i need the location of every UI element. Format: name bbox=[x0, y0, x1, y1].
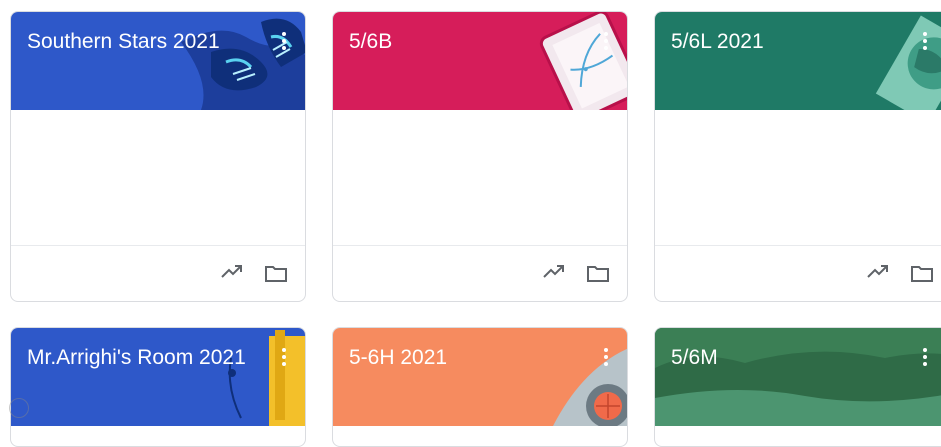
class-card-5-6h[interactable]: 5-6H 2021 bbox=[332, 327, 628, 447]
more-vert-icon[interactable] bbox=[603, 348, 609, 369]
basketball-illustration bbox=[553, 348, 627, 426]
folder-icon[interactable] bbox=[587, 264, 609, 282]
class-title[interactable]: 5/6M bbox=[671, 346, 718, 370]
globe-illustration bbox=[875, 15, 941, 110]
class-card-body bbox=[333, 110, 627, 246]
more-vert-icon[interactable] bbox=[281, 348, 287, 369]
class-card-mr-arrighis-room[interactable]: Mr.Arrighi's Room 2021 bbox=[10, 327, 306, 447]
class-card-5-6m[interactable]: 5/6M bbox=[654, 327, 941, 447]
class-card-body bbox=[655, 110, 941, 246]
class-card-header[interactable]: 5/6B bbox=[333, 12, 627, 110]
trending-up-icon[interactable] bbox=[867, 264, 889, 280]
folder-icon[interactable] bbox=[265, 264, 287, 282]
class-title[interactable]: Southern Stars 2021 bbox=[27, 30, 220, 54]
trending-up-icon[interactable] bbox=[221, 264, 243, 280]
more-vert-icon[interactable] bbox=[922, 32, 928, 53]
trending-up-icon[interactable] bbox=[543, 264, 565, 280]
class-title[interactable]: 5/6L 2021 bbox=[671, 30, 764, 54]
class-card-header[interactable]: 5-6H 2021 bbox=[333, 328, 627, 426]
tablet-illustration bbox=[539, 12, 627, 110]
more-vert-icon[interactable] bbox=[922, 348, 928, 369]
scroll-indicator bbox=[9, 398, 29, 418]
landscape-photo bbox=[655, 328, 941, 426]
class-title[interactable]: 5-6H 2021 bbox=[349, 346, 447, 370]
class-card-header[interactable]: Southern Stars 2021 bbox=[11, 12, 305, 110]
class-card-5-6l[interactable]: 5/6L 2021 bbox=[654, 11, 941, 302]
class-card-header[interactable]: 5/6M bbox=[655, 328, 941, 426]
class-card-5-6b[interactable]: 5/6B bbox=[332, 11, 628, 302]
class-card-footer bbox=[11, 246, 305, 301]
class-title[interactable]: Mr.Arrighi's Room 2021 bbox=[27, 346, 246, 370]
more-vert-icon[interactable] bbox=[281, 32, 287, 53]
class-card-header[interactable]: Mr.Arrighi's Room 2021 bbox=[11, 328, 305, 426]
class-card-footer bbox=[333, 246, 627, 301]
books-illustration bbox=[228, 330, 305, 426]
class-card-header[interactable]: 5/6L 2021 bbox=[655, 12, 941, 110]
class-card-body bbox=[11, 110, 305, 246]
class-card-southern-stars[interactable]: Southern Stars 2021 bbox=[10, 11, 306, 302]
folder-icon[interactable] bbox=[911, 264, 933, 282]
more-vert-icon[interactable] bbox=[603, 32, 609, 53]
class-title[interactable]: 5/6B bbox=[349, 30, 392, 54]
sneakers-illustration bbox=[181, 18, 305, 110]
class-card-footer bbox=[655, 246, 941, 301]
